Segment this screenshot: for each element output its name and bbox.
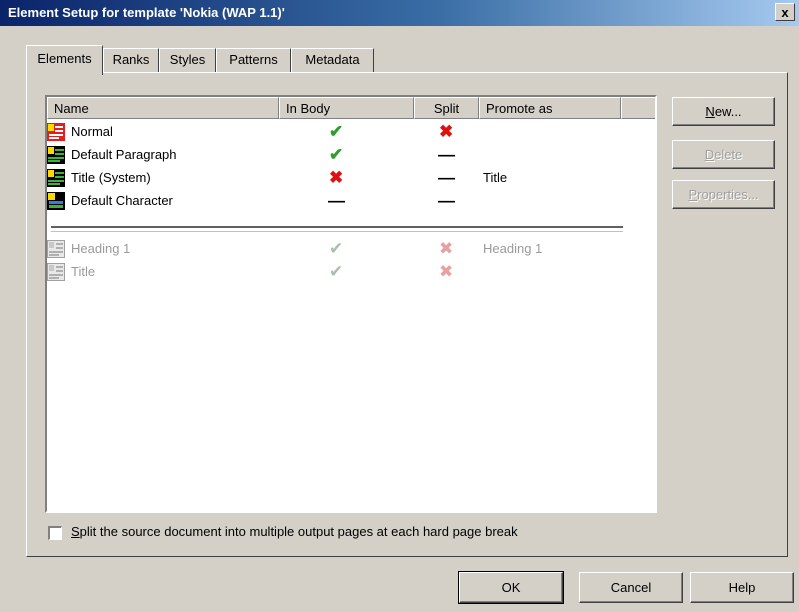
in-body-cross-icon: ✖ [329, 168, 344, 187]
tab-elements[interactable]: Elements [26, 45, 103, 75]
in-body-dash-icon: — [328, 191, 345, 210]
list-item[interactable]: Normal ✔ ✖ [47, 121, 647, 144]
title-bar: Element Setup for template 'Nokia (WAP 1… [0, 0, 799, 26]
ok-button[interactable]: OK [458, 571, 564, 604]
list-item[interactable]: Title (System) ✖ — Title [47, 167, 647, 190]
split-cross-icon: ✖ [439, 122, 454, 141]
column-header-name[interactable]: Name [47, 97, 279, 119]
window-title: Element Setup for template 'Nokia (WAP 1… [8, 5, 285, 20]
paragraph-style-icon [47, 240, 65, 258]
delete-button[interactable]: Delete [672, 140, 775, 169]
close-button[interactable]: x [775, 3, 795, 21]
properties-button[interactable]: Properties... [672, 180, 775, 209]
tab-ranks[interactable]: Ranks [103, 48, 159, 72]
close-icon: x [781, 5, 789, 20]
in-body-check-icon: ✔ [329, 122, 344, 141]
split-cross-icon: ✖ [439, 239, 454, 258]
paragraph-style-icon [47, 123, 65, 141]
column-header-in-body[interactable]: In Body [279, 97, 414, 119]
tab-styles[interactable]: Styles [159, 48, 216, 72]
split-dash-icon: — [438, 168, 455, 187]
paragraph-style-icon [47, 169, 65, 187]
in-body-check-icon: ✔ [329, 262, 344, 281]
element-name: Heading 1 [71, 241, 131, 256]
in-body-check-icon: ✔ [329, 239, 344, 258]
element-name: Title (System) [71, 170, 151, 185]
list-item[interactable]: Title ✔ ✖ [47, 261, 647, 284]
element-name: Default Character [71, 193, 173, 208]
help-button[interactable]: Help [690, 572, 794, 603]
cancel-button[interactable]: Cancel [579, 572, 683, 603]
column-header-promote-as[interactable]: Promote as [479, 97, 621, 119]
element-name: Default Paragraph [71, 147, 177, 162]
split-pages-checkbox[interactable] [48, 526, 62, 540]
promote-as-value: Heading 1 [483, 241, 543, 256]
list-item[interactable]: Heading 1 ✔ ✖ Heading 1 [47, 238, 647, 261]
elements-list[interactable]: Name In Body Split Promote as Normal ✔ ✖… [45, 95, 657, 513]
column-header-split[interactable]: Split [414, 97, 479, 119]
new-button[interactable]: New... [672, 97, 775, 126]
split-dash-icon: — [438, 145, 455, 164]
element-name: Normal [71, 124, 113, 139]
split-cross-icon: ✖ [439, 262, 454, 281]
split-dash-icon: — [438, 191, 455, 210]
paragraph-style-icon [47, 263, 65, 281]
tab-patterns[interactable]: Patterns [216, 48, 291, 72]
list-item[interactable]: Default Paragraph ✔ — [47, 144, 647, 167]
column-header-filler [621, 97, 655, 119]
promote-as-value: Title [483, 170, 508, 185]
split-pages-label[interactable]: Split the source document into multiple … [71, 524, 518, 539]
paragraph-style-icon [47, 146, 65, 164]
tab-metadata[interactable]: Metadata [291, 48, 374, 72]
element-name: Title [71, 264, 96, 279]
list-item[interactable]: Default Character — — [47, 190, 647, 213]
in-body-check-icon: ✔ [329, 145, 344, 164]
list-separator [51, 226, 623, 232]
character-style-icon [47, 192, 65, 210]
